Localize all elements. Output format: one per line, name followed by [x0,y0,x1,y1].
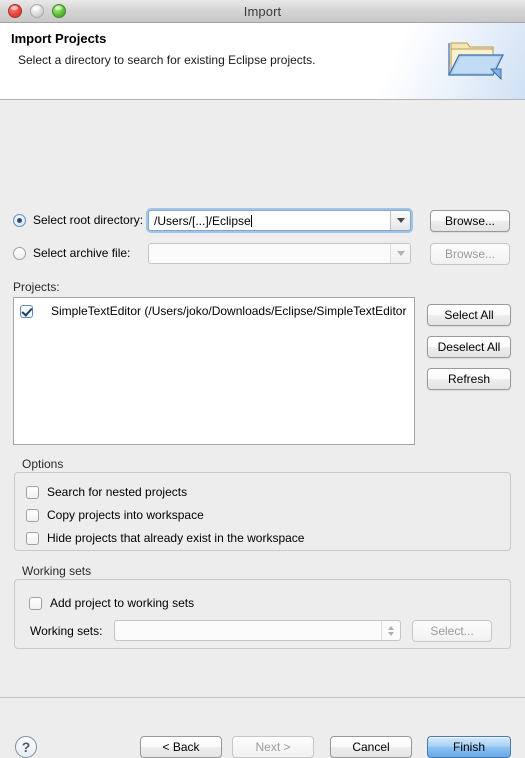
cancel-button[interactable]: Cancel [330,736,412,758]
project-checkbox[interactable] [20,304,33,318]
back-button[interactable]: < Back [140,736,222,758]
window-controls [8,0,66,22]
close-button[interactable] [8,4,22,18]
copy-projects-label: Copy projects into workspace [47,508,204,522]
refresh-button[interactable]: Refresh [427,368,511,390]
root-directory-radio[interactable] [13,213,26,227]
help-icon[interactable]: ? [15,736,37,758]
hide-existing-projects-label: Hide projects that already exist in the … [47,531,305,545]
window-title: Import [243,3,282,19]
chevron-down-icon [388,631,394,636]
root-directory-value: /Users/[...]/Eclipse [154,213,251,228]
root-directory-input[interactable]: /Users/[...]/Eclipse [149,214,390,228]
import-folder-icon [448,42,504,81]
text-caret [250,214,252,227]
dialog-body: Select root directory: /Users/[...]/Ecli… [0,100,525,758]
archive-file-radio[interactable] [13,246,26,260]
chevron-up-icon [388,625,394,630]
working-sets-field-label: Working sets: [30,624,103,638]
root-directory-combo[interactable]: /Users/[...]/Eclipse [148,210,411,231]
working-sets-stepper[interactable] [381,621,400,640]
root-directory-label: Select root directory: [33,213,144,227]
projects-list[interactable]: SimpleTextEditor (/Users/joko/Downloads/… [13,297,415,445]
table-row[interactable]: SimpleTextEditor (/Users/joko/Downloads/… [14,301,414,321]
options-group-title: Options [22,457,64,471]
search-nested-projects-row[interactable]: Search for nested projects [26,485,187,499]
browse-root-directory-button[interactable]: Browse... [430,210,510,232]
working-sets-group-title: Working sets [22,564,92,578]
add-project-to-working-sets-label: Add project to working sets [50,596,195,610]
minimize-button[interactable] [30,4,44,18]
search-nested-projects-checkbox[interactable] [26,485,39,499]
projects-label: Projects: [13,280,60,294]
archive-file-dropdown-arrow[interactable] [390,244,410,263]
select-root-directory-row[interactable]: Select root directory: [13,213,143,227]
window-titlebar: Import [0,0,525,23]
search-nested-projects-label: Search for nested projects [47,485,188,499]
deselect-all-button[interactable]: Deselect All [427,336,511,358]
finish-button[interactable]: Finish [427,736,511,758]
add-project-to-working-sets-row[interactable]: Add project to working sets [29,596,194,610]
copy-projects-row[interactable]: Copy projects into workspace [26,508,204,522]
working-sets-select-button: Select... [412,620,492,642]
working-sets-combo[interactable] [114,620,401,641]
next-button: Next > [232,736,314,758]
browse-archive-file-button: Browse... [430,243,510,265]
footer-separator [0,697,525,698]
hide-existing-projects-row[interactable]: Hide projects that already exist in the … [26,531,304,545]
project-name: SimpleTextEditor (/Users/joko/Downloads/… [51,304,407,318]
zoom-button[interactable] [52,4,66,18]
dialog-header: Import Projects Select a directory to se… [0,23,525,100]
chevron-down-icon [396,218,405,223]
add-project-to-working-sets-checkbox[interactable] [29,596,42,610]
page-title: Import Projects [11,31,107,46]
root-directory-dropdown-arrow[interactable] [390,211,410,230]
hide-existing-projects-checkbox[interactable] [26,531,39,545]
select-archive-file-row[interactable]: Select archive file: [13,246,130,260]
import-projects-dialog: Import Import Projects Select a director… [0,0,525,758]
archive-file-combo[interactable] [148,243,411,264]
archive-file-label: Select archive file: [33,246,131,260]
chevron-down-icon [396,251,405,256]
copy-projects-checkbox[interactable] [26,508,39,522]
select-all-button[interactable]: Select All [427,304,511,326]
page-description: Select a directory to search for existin… [18,53,316,67]
